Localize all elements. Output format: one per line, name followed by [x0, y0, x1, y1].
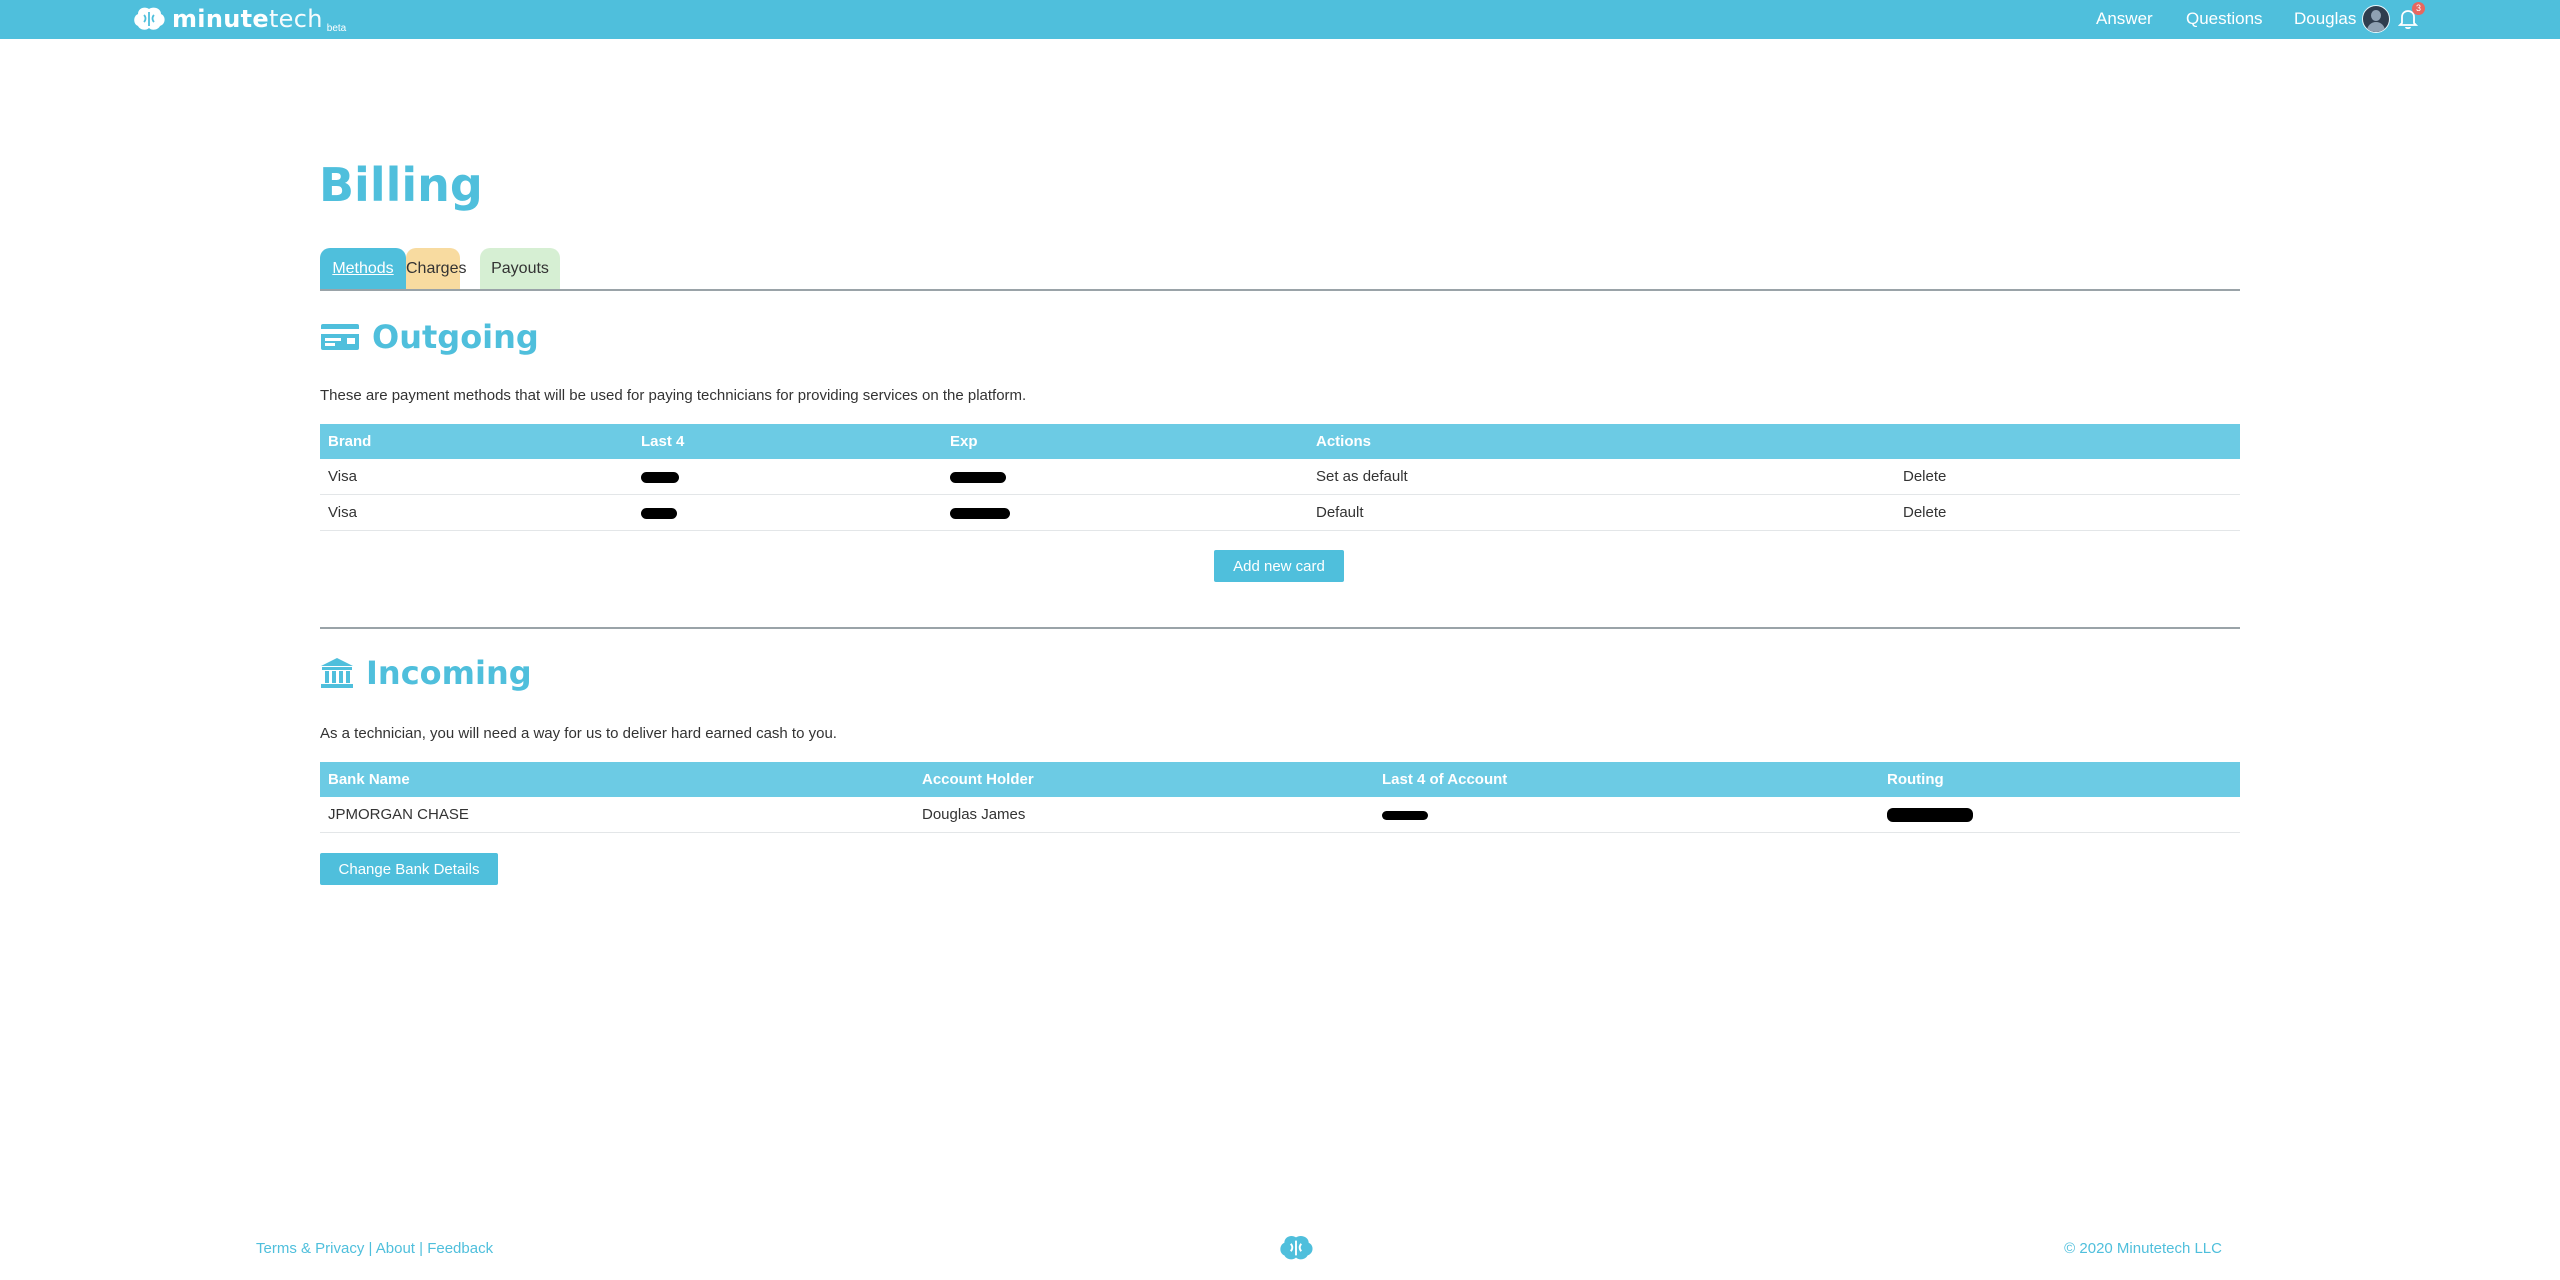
logo[interactable]: minutetech beta	[132, 4, 346, 34]
logo-text: minutetech	[172, 5, 323, 33]
section-divider	[320, 627, 2240, 629]
default-status: Default	[1308, 494, 1895, 531]
col-blank	[1895, 424, 2240, 459]
tab-charges[interactable]: Charges	[406, 248, 466, 289]
nav-user-douglas[interactable]: Douglas	[2294, 9, 2356, 29]
col-account-holder: Account Holder	[914, 762, 1374, 797]
col-routing: Routing	[1879, 762, 2240, 797]
incoming-bank-table: Bank Name Account Holder Last 4 of Accou…	[320, 762, 2240, 833]
outgoing-header: Outgoing	[320, 318, 539, 356]
footer-links: Terms & Privacy | About | Feedback	[256, 1240, 493, 1257]
col-brand: Brand	[320, 424, 633, 459]
table-row: Visa Default Delete	[320, 494, 2240, 531]
bank-icon	[321, 658, 353, 688]
tab-methods[interactable]: Methods	[320, 248, 406, 289]
change-bank-details-button[interactable]: Change Bank Details	[320, 853, 498, 885]
terms-privacy-link[interactable]: Terms & Privacy	[256, 1240, 364, 1257]
outgoing-title: Outgoing	[372, 318, 539, 356]
bank-name: JPMORGAN CHASE	[320, 797, 914, 833]
incoming-header: Incoming	[320, 654, 532, 692]
beta-badge: beta	[326, 22, 347, 34]
table-header-row: Bank Name Account Holder Last 4 of Accou…	[320, 762, 2240, 797]
footer-brain-logo-icon	[1280, 1235, 1313, 1260]
col-bank-name: Bank Name	[320, 762, 914, 797]
col-actions: Actions	[1308, 424, 1895, 459]
notification-count-badge: 3	[2412, 2, 2425, 15]
table-header-row: Brand Last 4 Exp Actions	[320, 424, 2240, 459]
about-link[interactable]: About	[376, 1240, 415, 1257]
col-last4-account: Last 4 of Account	[1374, 762, 1879, 797]
card-brand: Visa	[320, 459, 633, 495]
page-title: Billing	[319, 158, 483, 212]
card-exp-redacted	[942, 494, 1308, 531]
feedback-link[interactable]: Feedback	[427, 1240, 493, 1257]
table-row: JPMORGAN CHASE Douglas James	[320, 797, 2240, 833]
routing-redacted	[1879, 797, 2240, 833]
card-last4-redacted	[633, 459, 942, 495]
footer-separator: |	[414, 1240, 428, 1257]
set-default-link[interactable]: Set as default	[1308, 459, 1895, 495]
footer-separator: |	[364, 1240, 376, 1257]
incoming-title: Incoming	[366, 654, 532, 692]
delete-card-link[interactable]: Delete	[1895, 494, 2240, 531]
delete-card-link[interactable]: Delete	[1895, 459, 2240, 495]
nav-answer[interactable]: Answer	[2096, 9, 2153, 29]
outgoing-methods-table: Brand Last 4 Exp Actions Visa Set as def…	[320, 424, 2240, 531]
card-last4-redacted	[633, 494, 942, 531]
tab-divider	[320, 289, 2240, 291]
incoming-description: As a technician, you will need a way for…	[320, 725, 837, 742]
col-exp: Exp	[942, 424, 1308, 459]
account-last4-redacted	[1374, 797, 1879, 833]
top-navbar: minutetech beta Answer Questions Douglas…	[0, 0, 2560, 39]
col-last4: Last 4	[633, 424, 942, 459]
avatar[interactable]	[2362, 5, 2390, 33]
nav-questions[interactable]: Questions	[2186, 9, 2263, 29]
account-holder: Douglas James	[914, 797, 1374, 833]
brain-logo-icon	[134, 7, 165, 30]
add-new-card-button[interactable]: Add new card	[1214, 550, 1344, 582]
credit-card-icon	[321, 324, 359, 350]
card-brand: Visa	[320, 494, 633, 531]
outgoing-description: These are payment methods that will be u…	[320, 387, 1027, 404]
copyright: © 2020 Minutetech LLC	[2064, 1240, 2222, 1257]
tab-payouts[interactable]: Payouts	[480, 248, 560, 289]
table-row: Visa Set as default Delete	[320, 459, 2240, 495]
card-exp-redacted	[942, 459, 1308, 495]
